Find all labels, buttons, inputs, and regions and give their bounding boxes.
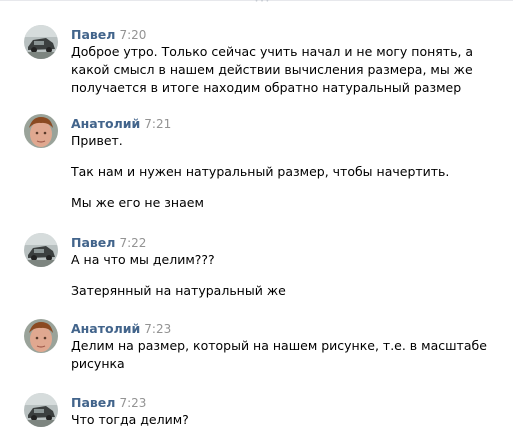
car-avatar-icon: [24, 233, 58, 267]
avatar[interactable]: [24, 393, 58, 427]
more-dots-icon[interactable]: • • •: [252, 0, 272, 5]
message-time[interactable]: 7:21: [144, 117, 171, 131]
message-item: Анатолий 7:23 Делим на размер, который на…: [24, 319, 505, 373]
face-avatar-icon: [24, 114, 58, 148]
face-avatar-icon: [24, 319, 58, 353]
author-name[interactable]: Павел: [71, 27, 115, 42]
message-line: Мы же его не знаем: [71, 195, 204, 210]
message-line: Доброе утро. Только сейчас учить начал и…: [71, 44, 474, 95]
message-item: Павел 7:23 Что тогда делим?: [24, 393, 505, 429]
message-text: Привет. Так нам и нужен натуральный разм…: [71, 132, 505, 212]
message-line: А на что мы делим???: [71, 252, 215, 267]
car-avatar-icon: [24, 393, 58, 427]
message-text: Делим на размер, который на нашем рисунк…: [71, 337, 505, 373]
author-name[interactable]: Анатолий: [71, 116, 140, 131]
avatar[interactable]: [24, 319, 58, 353]
message-line: Привет.: [71, 133, 123, 148]
avatar[interactable]: [24, 233, 58, 267]
message-line: Делим на размер, который на нашем рисунк…: [71, 338, 487, 371]
message-text: А на что мы делим??? Затерянный на натур…: [71, 251, 505, 300]
message-time[interactable]: 7:23: [144, 322, 171, 336]
message-line: Так нам и нужен натуральный размер, чтоб…: [71, 164, 450, 179]
message-time[interactable]: 7:22: [119, 236, 146, 250]
message-line: Что тогда делим?: [71, 412, 189, 427]
message-item: Павел 7:20 Доброе утро. Только сейчас учи…: [24, 25, 505, 97]
message-line: Затерянный на натуральный же: [71, 283, 286, 298]
author-name[interactable]: Анатолий: [71, 321, 140, 336]
author-name[interactable]: Павел: [71, 235, 115, 250]
car-avatar-icon: [24, 25, 58, 59]
author-name[interactable]: Павел: [71, 395, 115, 410]
message-text: Доброе утро. Только сейчас учить начал и…: [71, 43, 505, 97]
avatar[interactable]: [24, 114, 58, 148]
message-item: Павел 7:22 А на что мы делим??? Затерянны…: [24, 233, 505, 300]
avatar[interactable]: [24, 25, 58, 59]
message-time[interactable]: 7:20: [119, 28, 146, 42]
message-text: Что тогда делим?: [71, 411, 505, 429]
message-time[interactable]: 7:23: [119, 396, 146, 410]
message-item: Анатолий 7:21 Привет. Так нам и нужен нат…: [24, 114, 505, 212]
